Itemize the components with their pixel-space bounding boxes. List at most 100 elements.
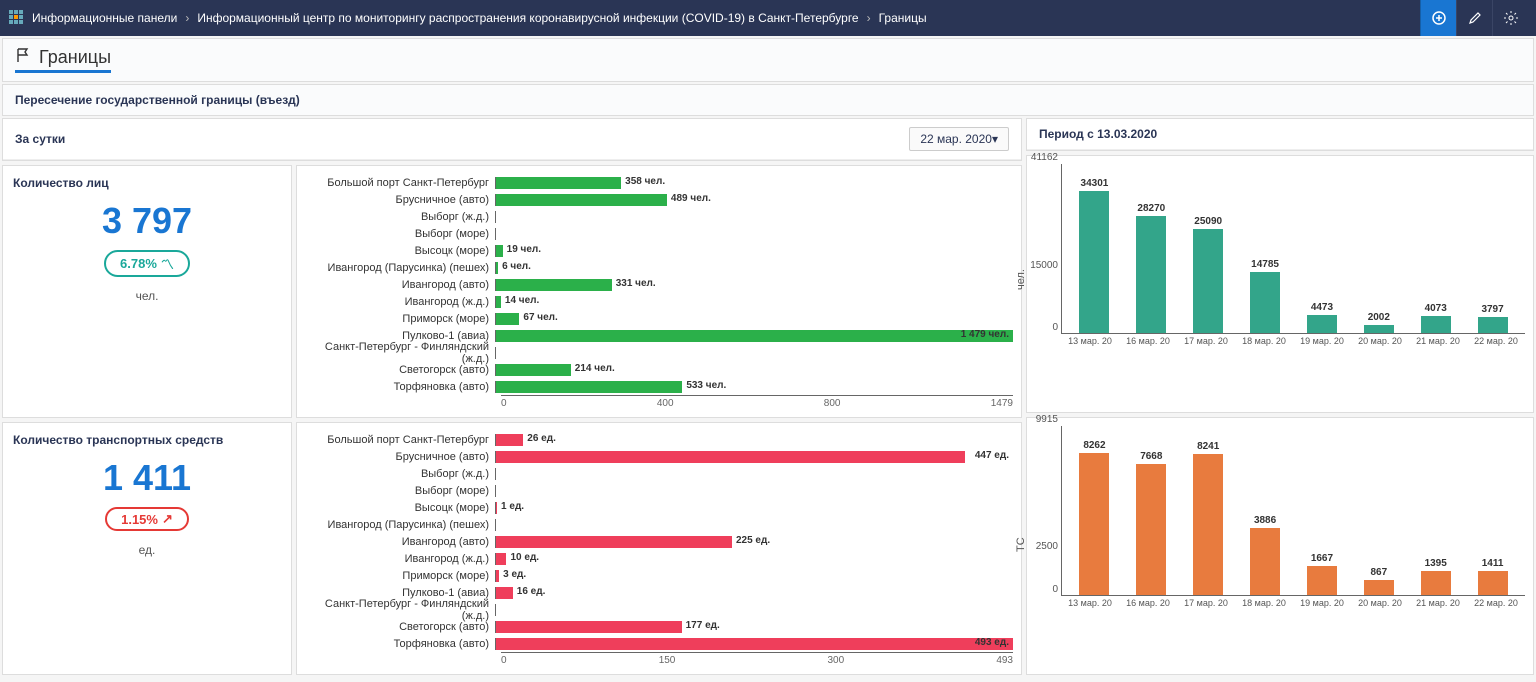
vbar-value: 7668: [1140, 451, 1162, 462]
vbar-value: 3797: [1481, 304, 1503, 315]
hbar-bar: [496, 381, 682, 393]
hbar-value: 1 479 чел.: [961, 329, 1009, 340]
daily-panel: За сутки 22 мар. 2020▾: [2, 118, 1022, 161]
hbar-xtick: 0: [501, 398, 507, 409]
kpi-vehicles-value: 1 411: [13, 457, 281, 499]
edit-button[interactable]: [1456, 0, 1492, 36]
kpi-persons-value: 3 797: [13, 200, 281, 242]
vbar-bar: [1478, 571, 1508, 595]
vbar-value: 34301: [1081, 178, 1109, 189]
hbar-xtick: 1479: [991, 398, 1013, 409]
hbar-value: 10 ед.: [510, 552, 539, 563]
vbar-category: 19 мар. 20: [1293, 598, 1351, 608]
hbar-bar: [496, 364, 571, 376]
hbar-bar: [496, 553, 506, 565]
breadcrumb-1[interactable]: Информационный центр по мониторингу расп…: [197, 11, 858, 25]
hbar-category: Ивангород (авто): [305, 536, 495, 548]
hbar-category: Приморск (море): [305, 313, 495, 325]
hbar-category: Брусничное (авто): [305, 451, 495, 463]
hbar-category: Ивангород (Парусинка) (пешех): [305, 519, 495, 531]
hbar-bar: [496, 313, 519, 325]
vbar-category: 18 мар. 20: [1235, 598, 1293, 608]
hbar-category: Торфяновка (авто): [305, 638, 495, 650]
hbar-value: 19 чел.: [507, 244, 541, 255]
hbar-bar: [496, 330, 1013, 342]
hbar-category: Приморск (море): [305, 570, 495, 582]
vbar-category: 16 мар. 20: [1119, 336, 1177, 346]
hbar-bar: [496, 502, 497, 514]
kpi-persons: Количество лиц 3 797 6.78%〽 чел.: [2, 165, 292, 418]
vbar-bar: [1307, 315, 1337, 333]
hbar-value: 489 чел.: [671, 193, 711, 204]
flag-icon: [15, 47, 31, 68]
hbar-category: Ивангород (ж.д.): [305, 553, 495, 565]
hbar-value: 358 чел.: [625, 176, 665, 187]
hbar-value: 533 чел.: [686, 380, 726, 391]
hbar-value: 225 ед.: [736, 535, 770, 546]
vbar-category: 21 мар. 20: [1409, 336, 1467, 346]
kpi-vehicles-delta: 1.15%↗: [105, 507, 189, 531]
hbar-category: Санкт-Петербург - Финляндский (ж.д.): [305, 341, 495, 365]
vbar-value: 4073: [1425, 303, 1447, 314]
crumb-sep: ›: [185, 11, 189, 25]
hbar-bar: [496, 434, 523, 446]
hbar-category: Высоцк (море): [305, 502, 495, 514]
hbar-category: Санкт-Петербург - Финляндский (ж.д.): [305, 598, 495, 622]
vbar-category: 17 мар. 20: [1177, 598, 1235, 608]
hbar-value: 26 ед.: [527, 433, 556, 444]
hbar-value: 214 чел.: [575, 363, 615, 374]
kpi-vehicles-unit: ед.: [13, 543, 281, 557]
hbar-value: 447 ед.: [975, 450, 1009, 461]
vbar-bar: [1250, 528, 1280, 595]
date-picker[interactable]: 22 мар. 2020▾: [909, 127, 1009, 151]
kpi-vehicles: Количество транспортных средств 1 411 1.…: [2, 422, 292, 675]
hbar-value: 177 ед.: [686, 620, 720, 631]
trend-up-icon: ↗: [162, 511, 173, 527]
vbar-category: 22 мар. 20: [1467, 598, 1525, 608]
breadcrumb-2[interactable]: Границы: [879, 11, 927, 25]
vbar-ylabel: ТС: [1015, 537, 1027, 552]
hbar-value: 67 чел.: [523, 312, 557, 323]
kpi-persons-delta: 6.78%〽: [104, 250, 190, 277]
page-title-text: Границы: [39, 47, 111, 68]
hbar-bar: [496, 194, 667, 206]
kpi-persons-unit: чел.: [13, 289, 281, 303]
vbar-bar: [1136, 464, 1166, 595]
vbar-category: 19 мар. 20: [1293, 336, 1351, 346]
hbar-bar: [496, 587, 513, 599]
hbar-value: 1 ед.: [501, 501, 524, 512]
hbar-category: Выборг (море): [305, 485, 495, 497]
vbar-ytick: 0: [1052, 584, 1058, 595]
vbar-category: 18 мар. 20: [1235, 336, 1293, 346]
vbar-ytick: 41162: [1031, 152, 1058, 163]
vbar-category: 22 мар. 20: [1467, 336, 1525, 346]
vbar-value: 2002: [1368, 312, 1390, 323]
vbar-vehicles-chart: ТС02500991582627668824138861667867139514…: [1026, 417, 1534, 675]
hbar-category: Выборг (ж.д.): [305, 211, 495, 223]
trend-down-icon: 〽: [161, 254, 174, 273]
hbar-persons-chart: Большой порт Санкт-Петербург358 чел.Брус…: [296, 165, 1022, 418]
vbar-bar: [1364, 325, 1394, 333]
hbar-category: Большой порт Санкт-Петербург: [305, 177, 495, 189]
hbar-value: 14 чел.: [505, 295, 539, 306]
vbar-value: 1667: [1311, 553, 1333, 564]
hbar-category: Ивангород (авто): [305, 279, 495, 291]
hbar-xtick: 493: [996, 655, 1013, 666]
kpi-vehicles-title: Количество транспортных средств: [13, 433, 281, 447]
breadcrumb-0[interactable]: Информационные панели: [32, 11, 177, 25]
vbar-bar: [1136, 216, 1166, 333]
crumb-sep: ›: [867, 11, 871, 25]
add-button[interactable]: [1420, 0, 1456, 36]
vbar-category: 13 мар. 20: [1061, 598, 1119, 608]
hbar-bar: [496, 296, 501, 308]
hbar-bar: [496, 262, 498, 274]
vbar-bar: [1079, 453, 1109, 595]
settings-button[interactable]: [1492, 0, 1528, 36]
hbar-bar: [496, 570, 499, 582]
vbar-value: 3886: [1254, 515, 1276, 526]
chevron-down-icon: ▾: [992, 132, 998, 146]
period-label: Период с 13.03.2020: [1039, 127, 1157, 141]
hbar-category: Торфяновка (авто): [305, 381, 495, 393]
vbar-bar: [1307, 566, 1337, 595]
hbar-xtick: 0: [501, 655, 507, 666]
